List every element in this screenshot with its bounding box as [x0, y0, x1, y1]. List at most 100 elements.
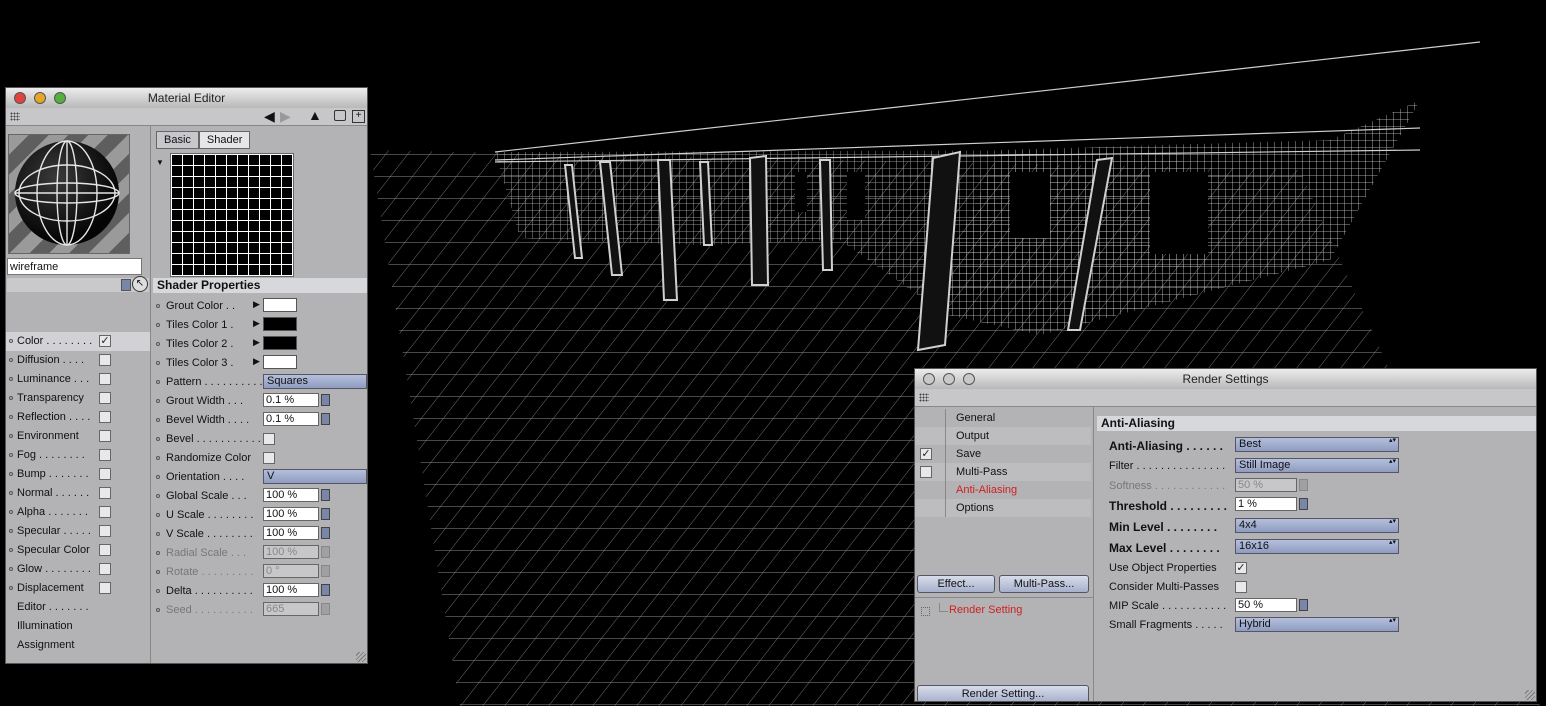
expand-triangle-icon[interactable]: ▶ [253, 318, 260, 329]
channel-checkbox[interactable] [99, 563, 111, 575]
new-panel-icon[interactable]: + [352, 110, 365, 123]
color-swatch[interactable] [263, 317, 297, 331]
up-arrow-icon[interactable]: ▲ [308, 107, 322, 123]
tree-item-render-setting[interactable]: Render Setting [921, 603, 1091, 619]
animate-dot[interactable] [156, 551, 160, 555]
resize-handle[interactable] [356, 652, 366, 662]
titlebar[interactable]: Material Editor [6, 88, 367, 109]
channel-checkbox[interactable] [99, 487, 111, 499]
channel-checkbox[interactable] [99, 468, 111, 480]
nav-item[interactable]: General [915, 409, 1091, 427]
channel-item[interactable]: Assignment [6, 636, 150, 655]
animate-dot[interactable] [156, 456, 160, 460]
animate-dot[interactable] [156, 494, 160, 498]
tab-shader[interactable]: Shader [198, 131, 251, 149]
number-field[interactable]: 50 % [1235, 598, 1297, 612]
stepper[interactable] [321, 489, 330, 501]
collapse-triangle-icon[interactable]: ▼ [156, 158, 164, 167]
channel-item[interactable]: Alpha . . . . . . . [6, 503, 150, 522]
channel-checkbox[interactable] [99, 411, 111, 423]
stepper[interactable] [321, 584, 330, 596]
channel-checkbox[interactable] [99, 430, 111, 442]
channel-checkbox[interactable] [99, 525, 111, 537]
nav-item[interactable]: Anti-Aliasing [915, 481, 1091, 499]
nav-checkbox[interactable] [920, 466, 932, 478]
expand-triangle-icon[interactable]: ▶ [253, 337, 260, 348]
dropdown[interactable]: 16x16 [1235, 539, 1399, 554]
back-arrow-icon[interactable]: ◀ [264, 108, 275, 125]
nav-item[interactable]: ✓ Save [915, 445, 1091, 463]
stepper[interactable] [321, 527, 330, 539]
tab-basic[interactable]: Basic [156, 131, 199, 149]
channel-checkbox[interactable] [99, 392, 111, 404]
material-name-field[interactable]: wireframe [7, 258, 142, 275]
channel-item[interactable]: Color . . . . . . . . ✓ [6, 332, 150, 351]
number-field[interactable]: 100 % [263, 526, 319, 540]
channel-checkbox[interactable]: ✓ [99, 335, 111, 347]
animate-dot[interactable] [156, 589, 160, 593]
material-preview[interactable] [8, 134, 130, 254]
grip-icon[interactable] [919, 393, 929, 402]
lock-icon[interactable] [334, 110, 346, 121]
dropdown[interactable]: V [263, 469, 367, 484]
grip-icon[interactable] [10, 112, 20, 121]
number-field[interactable]: 100 % [263, 488, 319, 502]
expand-triangle-icon[interactable]: ▶ [253, 299, 260, 310]
forward-arrow-icon[interactable]: ▶ [280, 108, 291, 125]
channel-item[interactable]: Displacement [6, 579, 150, 598]
number-field[interactable]: 0.1 % [263, 412, 319, 426]
dropdown[interactable]: Still Image [1235, 458, 1399, 473]
channel-item[interactable]: Specular . . . . . [6, 522, 150, 541]
channel-item[interactable]: Reflection . . . . [6, 408, 150, 427]
channel-item[interactable]: Fog . . . . . . . . [6, 446, 150, 465]
number-field[interactable]: 1 % [1235, 497, 1297, 511]
color-swatch[interactable] [263, 298, 297, 312]
animate-dot[interactable] [156, 437, 160, 441]
animate-dot[interactable] [156, 342, 160, 346]
dropdown[interactable]: Hybrid [1235, 617, 1399, 632]
animate-dot[interactable] [156, 475, 160, 479]
channel-checkbox[interactable] [99, 582, 111, 594]
render-setting-button[interactable]: Render Setting... [917, 685, 1089, 701]
checkbox[interactable] [263, 433, 275, 445]
dropdown[interactable]: Best [1235, 437, 1399, 452]
checkbox[interactable] [1235, 581, 1247, 593]
channel-checkbox[interactable] [99, 373, 111, 385]
channel-item[interactable]: Diffusion . . . . [6, 351, 150, 370]
nav-item[interactable]: Output [915, 427, 1091, 445]
animate-dot[interactable] [156, 361, 160, 365]
animate-dot[interactable] [156, 513, 160, 517]
number-field[interactable]: 100 % [263, 507, 319, 521]
channel-item[interactable]: Bump . . . . . . . [6, 465, 150, 484]
channel-item[interactable]: Transparency [6, 389, 150, 408]
channel-item[interactable]: Normal . . . . . . [6, 484, 150, 503]
number-field[interactable]: 100 % [263, 583, 319, 597]
nav-checkbox[interactable]: ✓ [920, 448, 932, 460]
channel-item[interactable]: Environment [6, 427, 150, 446]
color-swatch[interactable] [263, 336, 297, 350]
stepper[interactable] [321, 508, 330, 520]
animate-dot[interactable] [156, 608, 160, 612]
animate-dot[interactable] [156, 532, 160, 536]
animate-dot[interactable] [156, 570, 160, 574]
cursor-icon[interactable]: ↖ [132, 276, 148, 292]
animate-dot[interactable] [156, 399, 160, 403]
titlebar[interactable]: Render Settings [915, 369, 1536, 390]
channel-checkbox[interactable] [99, 449, 111, 461]
nav-item[interactable]: Options [915, 499, 1091, 517]
checkbox[interactable] [263, 452, 275, 464]
expand-triangle-icon[interactable]: ▶ [253, 356, 260, 367]
stepper[interactable] [1299, 498, 1308, 510]
multipass-button[interactable]: Multi-Pass... [999, 575, 1089, 593]
number-field[interactable]: 0.1 % [263, 393, 319, 407]
channel-item[interactable]: Editor . . . . . . . [6, 598, 150, 617]
channel-checkbox[interactable] [99, 544, 111, 556]
resize-handle[interactable] [1525, 690, 1535, 700]
effect-button[interactable]: Effect... [917, 575, 995, 593]
channel-checkbox[interactable] [99, 354, 111, 366]
arrow-right-icon[interactable] [121, 279, 131, 291]
animate-dot[interactable] [156, 380, 160, 384]
stepper[interactable] [321, 413, 330, 425]
channel-item[interactable]: Glow . . . . . . . . [6, 560, 150, 579]
dropdown[interactable]: 4x4 [1235, 518, 1399, 533]
